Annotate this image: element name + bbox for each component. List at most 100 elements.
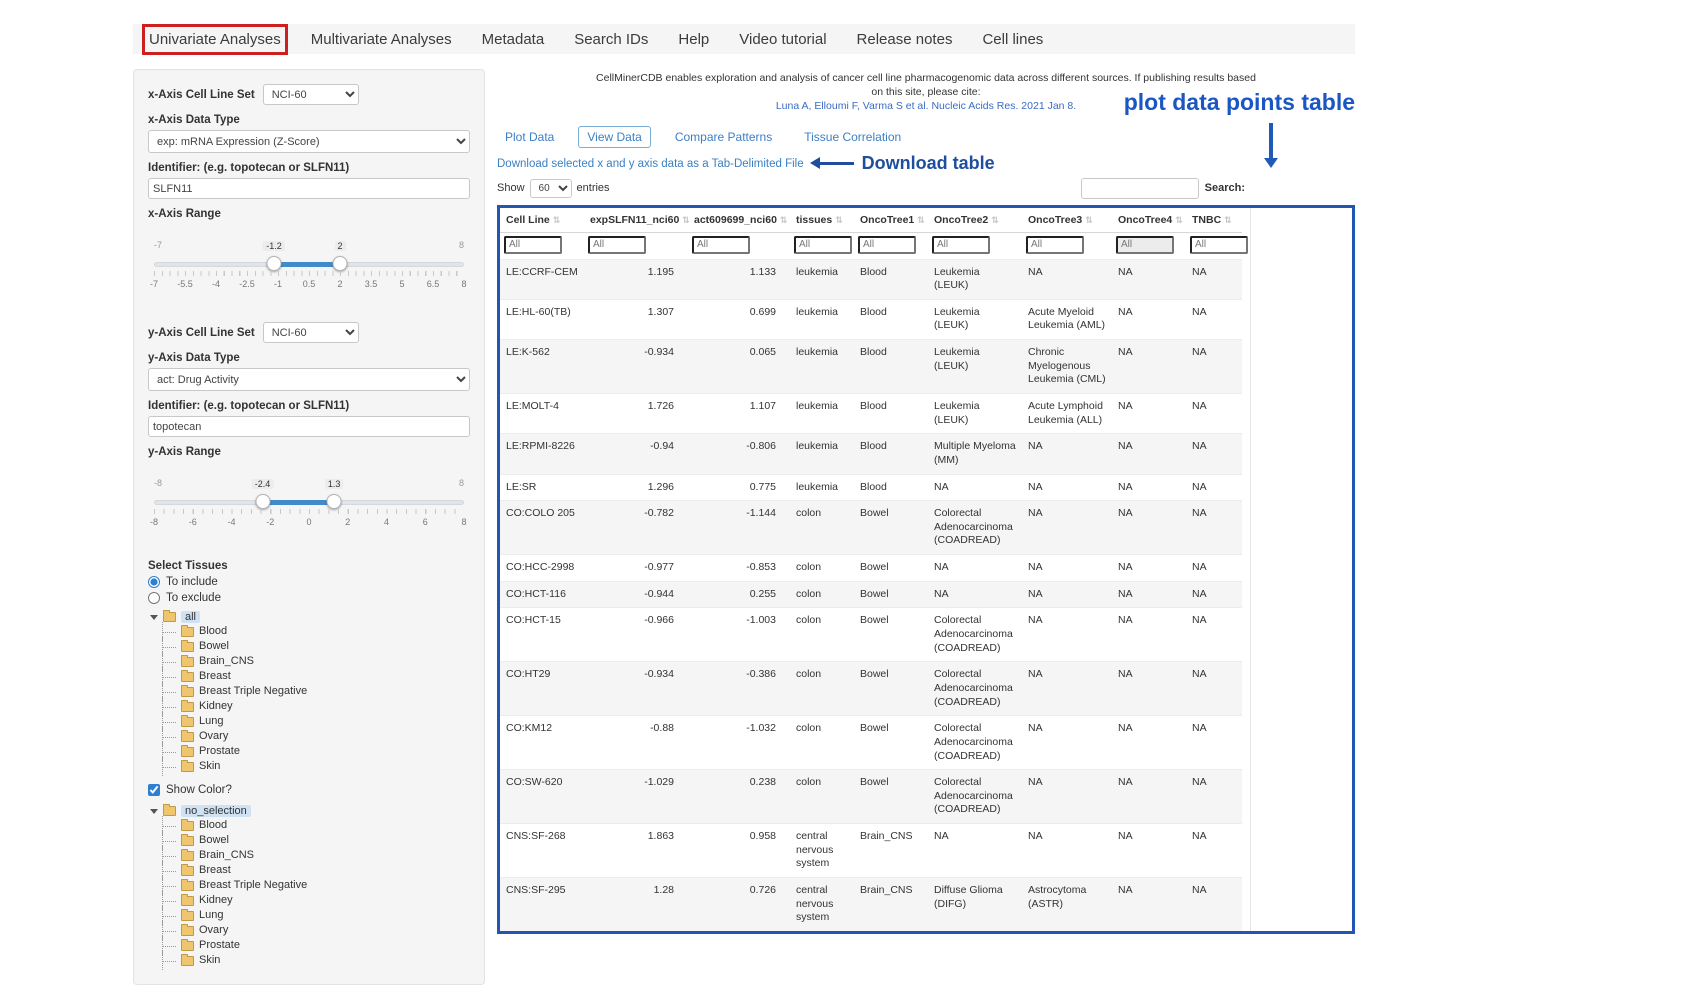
table-row[interactable]: LE:RPMI-8226 -0.94 -0.806 leukemia Blood… xyxy=(500,434,1242,474)
table-row[interactable]: LE:HL-60(TB) 1.307 0.699 leukemia Blood … xyxy=(500,299,1242,339)
column-header-oncotree2[interactable]: OncoTree2⇅ xyxy=(928,208,1022,233)
column-header-oncotree4[interactable]: OncoTree4⇅ xyxy=(1112,208,1186,233)
nav-tab-help[interactable]: Help xyxy=(678,31,709,48)
table-row[interactable]: LE:CCRF-CEM 1.195 1.133 leukemia Blood L… xyxy=(500,259,1242,299)
column-header-oncotree3[interactable]: OncoTree3⇅ xyxy=(1022,208,1112,233)
filter-input-oncotree2[interactable] xyxy=(932,236,990,254)
filter-input-cell-line[interactable] xyxy=(504,236,562,254)
x-range-slider[interactable]: -7 8 -1.2 2 -7 -5.5 -4 xyxy=(154,238,464,294)
table-row[interactable]: CO:KM12 -0.88 -1.032 colon Bowel Colorec… xyxy=(500,716,1242,770)
tissue-exclude-radio[interactable]: To exclude xyxy=(148,592,470,604)
radio-icon[interactable] xyxy=(148,576,160,588)
y-range-handle-to[interactable]: 1.3 xyxy=(327,494,342,509)
x-identifier-input[interactable] xyxy=(148,178,470,199)
table-row[interactable]: CO:HCC-2998 -0.977 -0.853 colon Bowel NA… xyxy=(500,555,1242,582)
download-tsv-link[interactable]: Download selected x and y axis data as a… xyxy=(497,158,804,170)
tissue-tree-item[interactable]: Blood xyxy=(159,818,470,833)
filter-input-oncotree1[interactable] xyxy=(858,236,916,254)
filter-input-act609699[interactable] xyxy=(692,236,750,254)
sort-icon[interactable]: ⇅ xyxy=(553,215,561,225)
table-row[interactable]: LE:SR 1.296 0.775 leukemia Blood NA NA N… xyxy=(500,474,1242,501)
filter-input-oncotree3[interactable] xyxy=(1026,236,1084,254)
filter-input-expslfn11[interactable] xyxy=(588,236,646,254)
column-header-oncotree1[interactable]: OncoTree1⇅ xyxy=(854,208,928,233)
tissue-tree-item[interactable]: Prostate xyxy=(159,744,470,759)
tissue-tree-item[interactable]: Brain_CNS xyxy=(159,848,470,863)
tissue-tree-item[interactable]: Prostate xyxy=(159,938,470,953)
tissue-tree-item[interactable]: Ovary xyxy=(159,729,470,744)
sort-icon[interactable]: ⇅ xyxy=(780,215,788,225)
x-range-handle-to[interactable]: 2 xyxy=(333,256,348,271)
nav-tab-metadata[interactable]: Metadata xyxy=(482,31,545,48)
table-row[interactable]: CO:HCT-15 -0.966 -1.003 colon Bowel Colo… xyxy=(500,608,1242,662)
column-header-expslfn11[interactable]: expSLFN11_nci60⇅ xyxy=(584,208,688,233)
tissue-tree-item[interactable]: Brain_CNS xyxy=(159,654,470,669)
nav-tab-cell-lines[interactable]: Cell lines xyxy=(982,31,1043,48)
tissue-tree-item[interactable]: Blood xyxy=(159,624,470,639)
sort-icon[interactable]: ⇅ xyxy=(991,215,999,225)
table-row[interactable]: LE:MOLT-4 1.726 1.107 leukemia Blood Leu… xyxy=(500,394,1242,434)
tissue-include-radio[interactable]: To include xyxy=(148,576,470,588)
tree-root-all[interactable]: all xyxy=(150,610,470,624)
tissue-tree-item[interactable]: Kidney xyxy=(159,893,470,908)
column-header-tnbc[interactable]: TNBC⇅ xyxy=(1186,208,1242,233)
sort-icon[interactable]: ⇅ xyxy=(1085,215,1093,225)
tab-view-data[interactable]: View Data xyxy=(578,126,650,148)
y-data-type-select[interactable]: act: Drug Activity xyxy=(148,368,470,391)
tab-plot-data[interactable]: Plot Data xyxy=(497,127,562,147)
tissue-tree-item[interactable]: Skin xyxy=(159,953,470,968)
tissue-tree-item[interactable]: Lung xyxy=(159,908,470,923)
tissue-tree-item[interactable]: Bowel xyxy=(159,639,470,654)
tab-compare-patterns[interactable]: Compare Patterns xyxy=(667,127,780,147)
nav-tab-search-ids[interactable]: Search IDs xyxy=(574,31,648,48)
tissue-tree-item[interactable]: Ovary xyxy=(159,923,470,938)
nav-tab-univariate-analyses[interactable]: Univariate Analyses xyxy=(149,31,281,48)
sort-icon[interactable]: ⇅ xyxy=(1175,215,1183,225)
page-length-select[interactable]: 60 xyxy=(530,179,572,198)
sort-icon[interactable]: ⇅ xyxy=(917,215,925,225)
x-data-type-select[interactable]: exp: mRNA Expression (Z-Score) xyxy=(148,130,470,153)
table-row[interactable]: LE:K-562 -0.934 0.065 leukemia Blood Leu… xyxy=(500,340,1242,394)
table-row[interactable]: CO:COLO 205 -0.782 -1.144 colon Bowel Co… xyxy=(500,501,1242,555)
tree-collapse-icon[interactable] xyxy=(150,615,158,620)
column-header-act609699[interactable]: act609699_nci60⇅ xyxy=(688,208,790,233)
sort-icon[interactable]: ⇅ xyxy=(835,215,843,225)
tissue-tree-item[interactable]: Bowel xyxy=(159,833,470,848)
nav-tab-video-tutorial[interactable]: Video tutorial xyxy=(739,31,826,48)
tree-collapse-icon[interactable] xyxy=(150,809,158,814)
show-color-checkbox[interactable] xyxy=(148,784,160,796)
table-row[interactable]: CNS:SF-295 1.28 0.726 central nervous sy… xyxy=(500,878,1242,931)
tab-tissue-correlation[interactable]: Tissue Correlation xyxy=(796,127,909,147)
radio-icon[interactable] xyxy=(148,592,160,604)
tissue-tree-item[interactable]: Breast xyxy=(159,863,470,878)
y-cell-line-set-select[interactable]: NCI-60 xyxy=(263,322,359,343)
sort-icon[interactable]: ⇅ xyxy=(1224,215,1232,225)
table-row[interactable]: CO:HT29 -0.934 -0.386 colon Bowel Colore… xyxy=(500,662,1242,716)
sort-icon[interactable]: ⇅ xyxy=(682,215,690,225)
show-color-row[interactable]: Show Color? xyxy=(148,784,470,796)
column-header-cell-line[interactable]: Cell Line⇅ xyxy=(500,208,584,233)
search-input[interactable] xyxy=(1081,178,1199,199)
nav-tab-multivariate-analyses[interactable]: Multivariate Analyses xyxy=(311,31,452,48)
y-range-handle-from[interactable]: -2.4 xyxy=(255,494,270,509)
tissue-tree-item[interactable]: Breast Triple Negative xyxy=(159,878,470,893)
table-row[interactable]: CO:SW-620 -1.029 0.238 colon Bowel Color… xyxy=(500,770,1242,824)
tree-root-no-selection[interactable]: no_selection xyxy=(150,804,470,818)
x-range-handle-from[interactable]: -1.2 xyxy=(266,256,281,271)
x-cell-line-set-select[interactable]: NCI-60 xyxy=(263,84,359,105)
table-row[interactable]: CNS:SF-268 1.863 0.958 central nervous s… xyxy=(500,824,1242,878)
tissue-tree-item[interactable]: Kidney xyxy=(159,699,470,714)
column-header-tissues[interactable]: tissues⇅ xyxy=(790,208,854,233)
y-identifier-input[interactable] xyxy=(148,416,470,437)
filter-input-tnbc[interactable] xyxy=(1190,236,1248,254)
filter-input-oncotree4[interactable] xyxy=(1116,236,1174,254)
table-row[interactable]: CO:HCT-116 -0.944 0.255 colon Bowel NA N… xyxy=(500,581,1242,608)
y-range-slider[interactable]: -8 8 -2.4 1.3 -8 -6 -4 xyxy=(154,476,464,532)
citation-link[interactable]: Luna A, Elloumi F, Varma S et al. Nuclei… xyxy=(776,100,1076,112)
tissue-tree-item[interactable]: Lung xyxy=(159,714,470,729)
tissue-tree-item[interactable]: Skin xyxy=(159,759,470,774)
tissue-tree-item[interactable]: Breast xyxy=(159,669,470,684)
nav-tab-release-notes[interactable]: Release notes xyxy=(857,31,953,48)
tissue-tree-item[interactable]: Breast Triple Negative xyxy=(159,684,470,699)
filter-input-tissues[interactable] xyxy=(794,236,852,254)
